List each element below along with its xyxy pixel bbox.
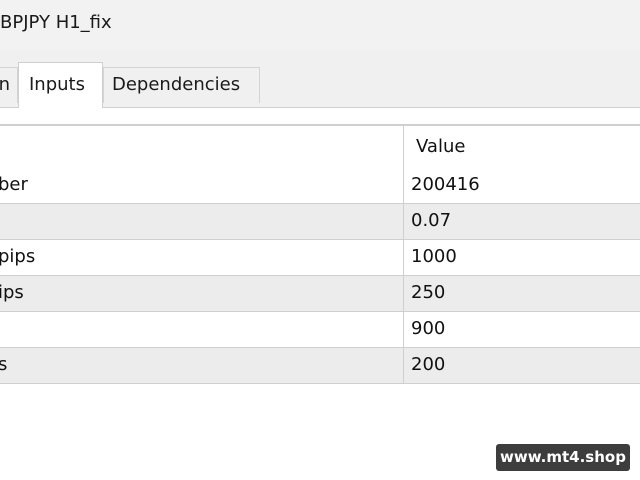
tab-dependencies[interactable]: Dependencies bbox=[103, 67, 260, 103]
tab-inputs[interactable]: Inputs bbox=[18, 62, 103, 108]
inputs-panel: Value ber 200416 0.07 pips 1000 ips 250 bbox=[0, 107, 640, 480]
value-cell[interactable]: 200 bbox=[405, 348, 640, 383]
column-header-variable[interactable] bbox=[0, 126, 404, 168]
variable-cell bbox=[0, 312, 404, 347]
tab-common[interactable]: n bbox=[0, 67, 18, 103]
variable-cell: s bbox=[0, 348, 404, 383]
variable-cell: ber bbox=[0, 168, 404, 203]
title-bar: BPJPY H1_fix bbox=[0, 0, 640, 50]
value-cell[interactable]: 900 bbox=[405, 312, 640, 347]
value-cell[interactable]: 0.07 bbox=[405, 204, 640, 239]
watermark-label: www.mt4.shop bbox=[496, 444, 630, 471]
table-row[interactable]: 0.07 bbox=[0, 204, 640, 240]
table-row[interactable]: ips 250 bbox=[0, 276, 640, 312]
variable-cell: ips bbox=[0, 276, 404, 311]
table-row[interactable]: ber 200416 bbox=[0, 168, 640, 204]
value-cell[interactable]: 1000 bbox=[405, 240, 640, 275]
variable-cell bbox=[0, 204, 404, 239]
window-title: BPJPY H1_fix bbox=[0, 12, 112, 33]
table-row[interactable]: pips 1000 bbox=[0, 240, 640, 276]
variable-cell: pips bbox=[0, 240, 404, 275]
inputs-table: Value ber 200416 0.07 pips 1000 ips 250 bbox=[0, 124, 640, 384]
tab-strip: n Inputs Dependencies bbox=[0, 50, 640, 108]
value-cell[interactable]: 250 bbox=[405, 276, 640, 311]
table-row[interactable]: 900 bbox=[0, 312, 640, 348]
table-row[interactable]: s 200 bbox=[0, 348, 640, 384]
column-header-value[interactable]: Value bbox=[405, 126, 640, 168]
value-cell[interactable]: 200416 bbox=[405, 168, 640, 203]
table-header: Value bbox=[0, 126, 640, 168]
properties-window: BPJPY H1_fix n Inputs Dependencies Value… bbox=[0, 0, 640, 480]
